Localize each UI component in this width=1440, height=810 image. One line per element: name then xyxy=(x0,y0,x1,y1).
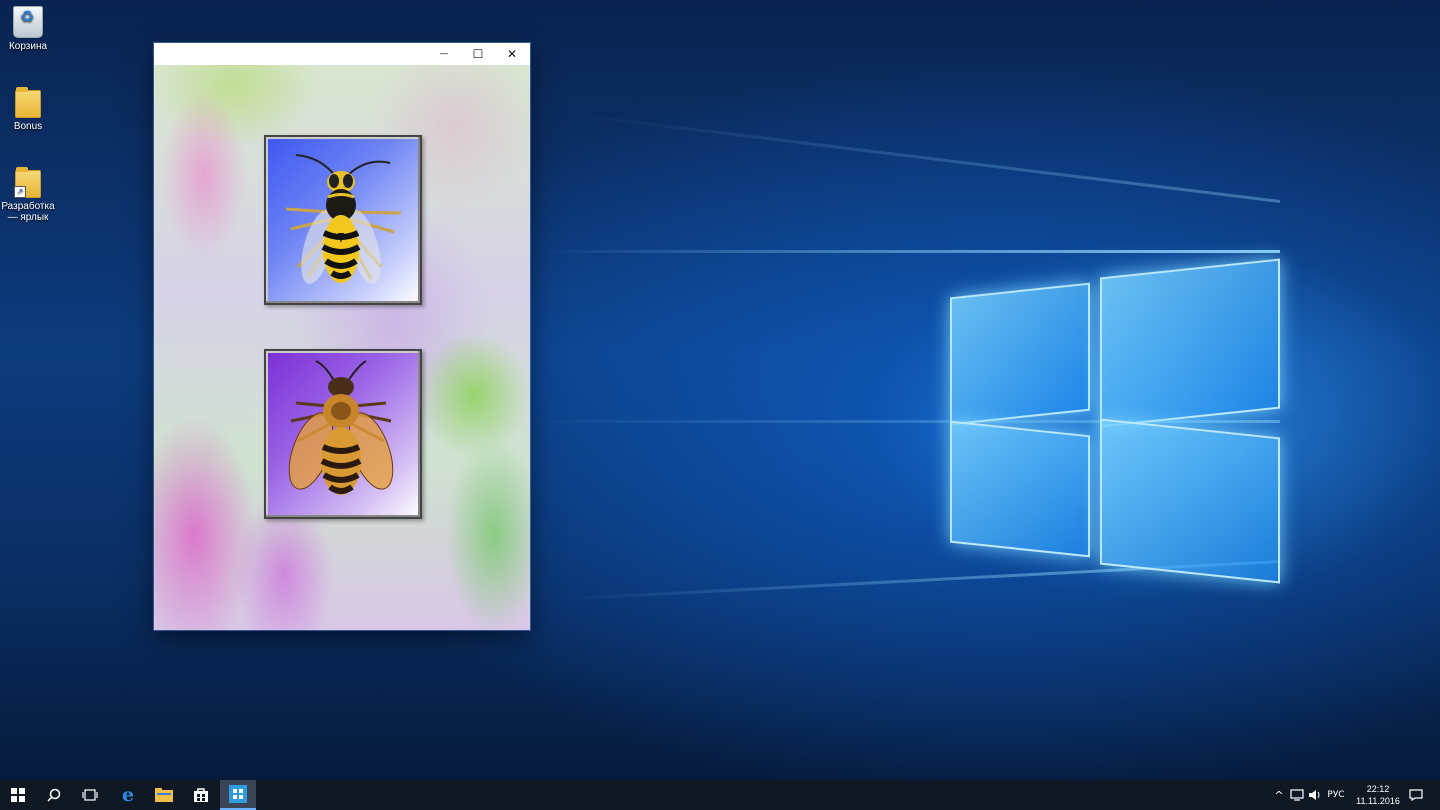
clock[interactable]: 22:12 11.11.2016 xyxy=(1350,783,1406,807)
close-icon: ✕ xyxy=(506,47,518,61)
file-explorer-icon xyxy=(155,788,173,802)
windows-logo-pane-br xyxy=(1100,418,1280,584)
search-button[interactable] xyxy=(36,780,72,810)
bee-button[interactable] xyxy=(264,349,422,519)
windows-logo-pane-tr xyxy=(1100,258,1280,428)
edge-icon: e xyxy=(121,784,135,806)
title-bar[interactable]: — ☐ ✕ xyxy=(154,43,530,65)
folder-shortcut-icon: ↗ xyxy=(14,167,41,198)
show-hidden-icons-button[interactable]: ^ xyxy=(1270,780,1288,810)
language-label: РУС xyxy=(1327,790,1345,800)
close-button[interactable]: ✕ xyxy=(495,43,529,65)
maximize-button[interactable]: ☐ xyxy=(461,43,495,65)
volume-button[interactable] xyxy=(1306,780,1324,810)
desktop-icon-label: Bonus xyxy=(13,121,43,132)
chevron-up-icon: ^ xyxy=(1274,788,1284,802)
windows-logo-pane-tl xyxy=(950,282,1090,426)
flower-background xyxy=(154,65,530,630)
desktop-icon-label: Разработка — ярлык xyxy=(1,201,55,223)
wasp-image xyxy=(285,154,402,284)
network-icon xyxy=(1290,789,1304,801)
folder-icon xyxy=(15,87,41,118)
start-button[interactable] xyxy=(0,780,36,810)
shortcut-arrow-icon: ↗ xyxy=(14,186,26,198)
store-button[interactable] xyxy=(183,780,219,810)
maximize-icon: ☐ xyxy=(472,47,484,61)
file-explorer-button[interactable] xyxy=(146,780,182,810)
minimize-icon: — xyxy=(439,49,449,59)
desktop-icon-recycle-bin[interactable]: Корзина xyxy=(0,6,60,52)
clock-time: 22:12 xyxy=(1366,784,1390,794)
notification-icon xyxy=(1409,789,1423,801)
network-button[interactable] xyxy=(1288,780,1306,810)
wasp-button[interactable] xyxy=(264,135,422,305)
app-window: — ☐ ✕ xyxy=(154,43,530,630)
windows-logo-pane-bl xyxy=(950,420,1090,558)
clock-date: 11.11.2016 xyxy=(1356,796,1400,806)
taskbar: e ^ РУС 22:12 11.11.2016 xyxy=(0,780,1440,810)
task-view-icon xyxy=(82,789,98,801)
desktop-icon-label: Корзина xyxy=(8,41,48,52)
action-center-button[interactable] xyxy=(1406,780,1426,810)
active-app-button[interactable] xyxy=(220,780,256,810)
language-indicator[interactable]: РУС xyxy=(1324,780,1348,810)
recycle-bin-icon xyxy=(13,6,43,38)
bee-image xyxy=(288,360,394,495)
store-icon xyxy=(194,788,208,802)
desktop-icon-bonus[interactable]: Bonus xyxy=(0,86,60,132)
task-view-button[interactable] xyxy=(72,780,108,810)
start-icon xyxy=(11,788,25,802)
volume-icon xyxy=(1309,790,1320,800)
active-app-icon xyxy=(229,785,247,803)
minimize-button[interactable]: — xyxy=(427,43,461,65)
edge-button[interactable]: e xyxy=(110,780,146,810)
desktop-icon-shortcut[interactable]: ↗ Разработка — ярлык xyxy=(0,166,60,223)
search-icon xyxy=(47,788,61,802)
